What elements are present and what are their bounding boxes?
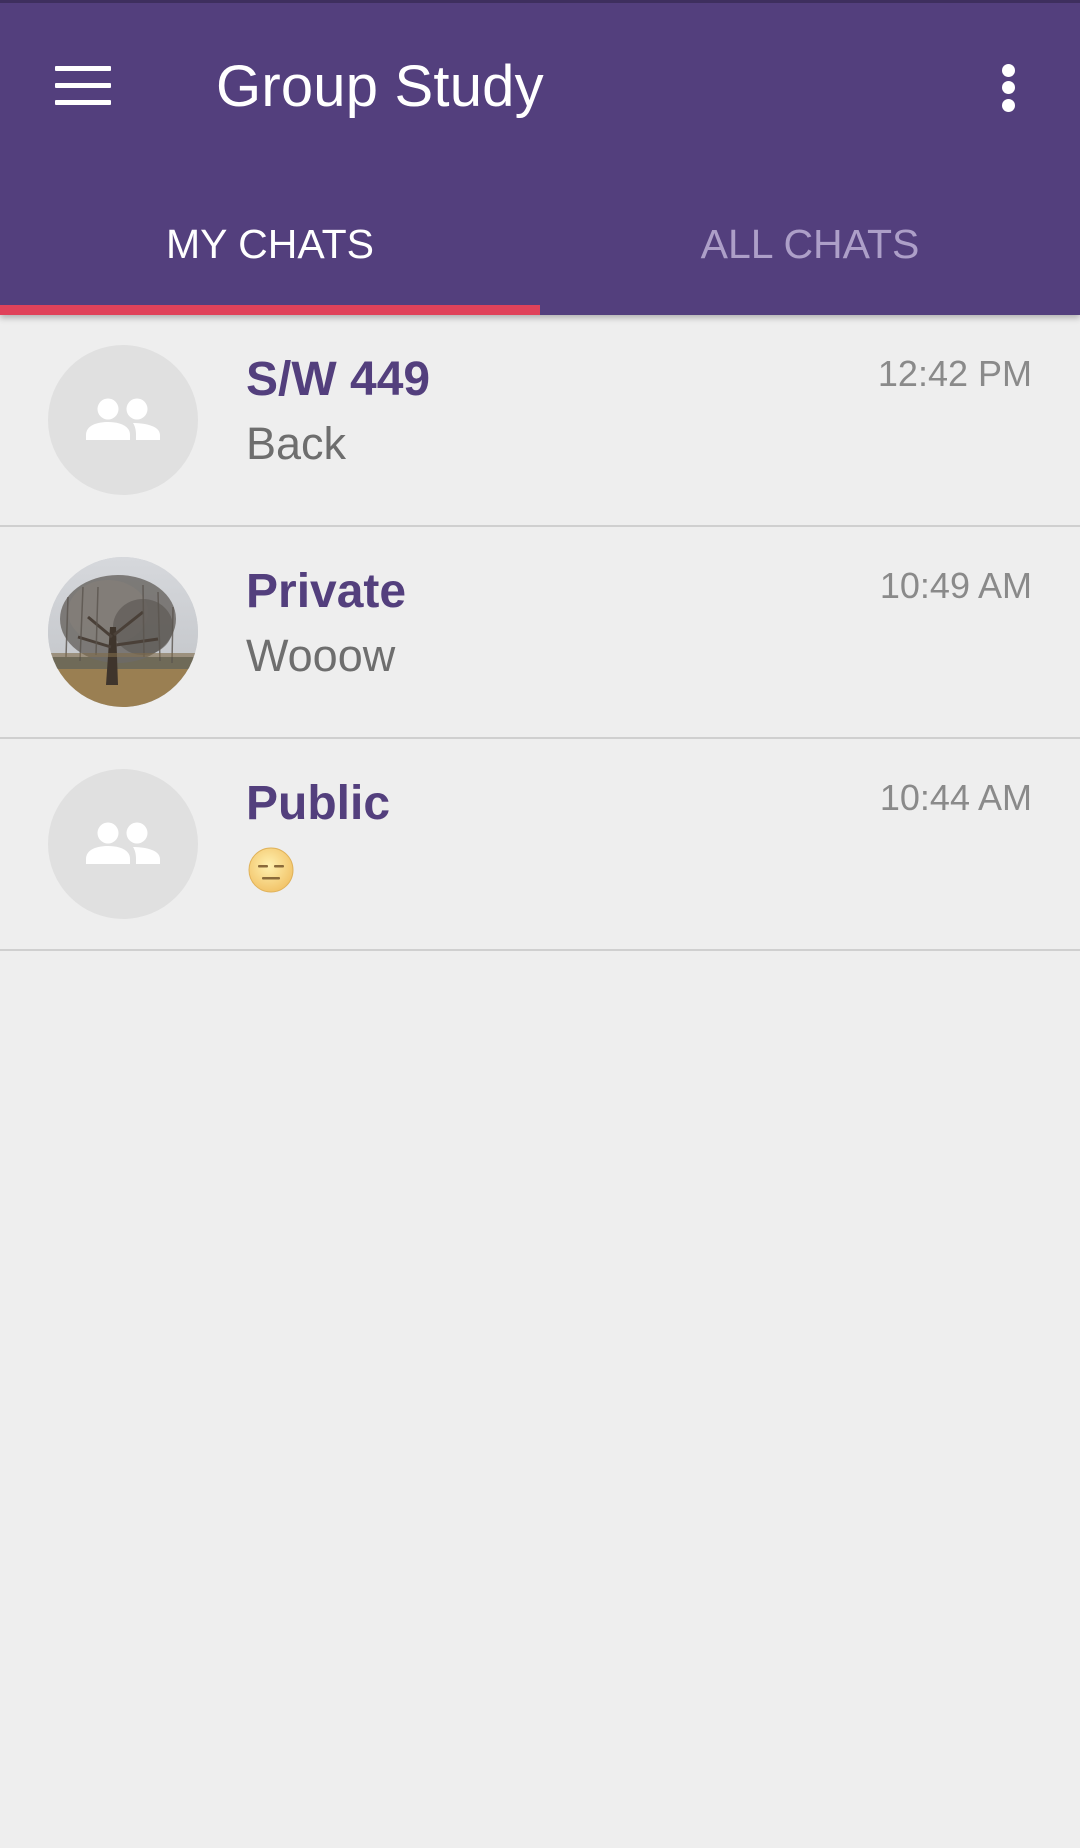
chat-time: 10:44 AM <box>879 777 1032 818</box>
chat-name: S/W 449 <box>246 353 431 406</box>
group-avatar <box>48 769 198 919</box>
tree-photo-icon <box>48 557 198 707</box>
group-icon <box>86 822 160 864</box>
hamburger-menu-icon[interactable] <box>50 60 116 112</box>
chat-name: Public <box>246 777 391 830</box>
tab-all-chats[interactable]: ALL CHATS <box>540 200 1080 315</box>
app-bar: Group Study MY CHATS ALL CHATS <box>0 0 1080 315</box>
group-icon <box>86 398 160 440</box>
chat-avatar-photo <box>48 557 198 707</box>
tab-indicator <box>0 305 540 315</box>
chat-last-message: Back <box>246 418 347 469</box>
chat-item-public[interactable]: Public 10:44 AM <box>0 739 1080 951</box>
app-title: Group Study <box>216 54 544 119</box>
chat-list: S/W 449 Back 12:42 PM Private Wooow 10:4… <box>0 315 1080 951</box>
chat-name: Private <box>246 565 407 618</box>
group-avatar <box>48 345 198 495</box>
tab-my-chats[interactable]: MY CHATS <box>0 200 540 315</box>
status-divider <box>0 0 1080 3</box>
chat-item-private[interactable]: Private Wooow 10:49 AM <box>0 527 1080 739</box>
chat-time: 12:42 PM <box>877 353 1032 394</box>
more-vert-icon[interactable] <box>984 58 1032 118</box>
app-root: Group Study MY CHATS ALL CHATS S/W 449 B… <box>0 0 1080 1848</box>
chat-time: 10:49 AM <box>879 565 1032 606</box>
expressionless-face-emoji-icon <box>248 847 294 893</box>
chat-last-message: Wooow <box>246 630 396 681</box>
chat-item-sw-449[interactable]: S/W 449 Back 12:42 PM <box>0 315 1080 527</box>
